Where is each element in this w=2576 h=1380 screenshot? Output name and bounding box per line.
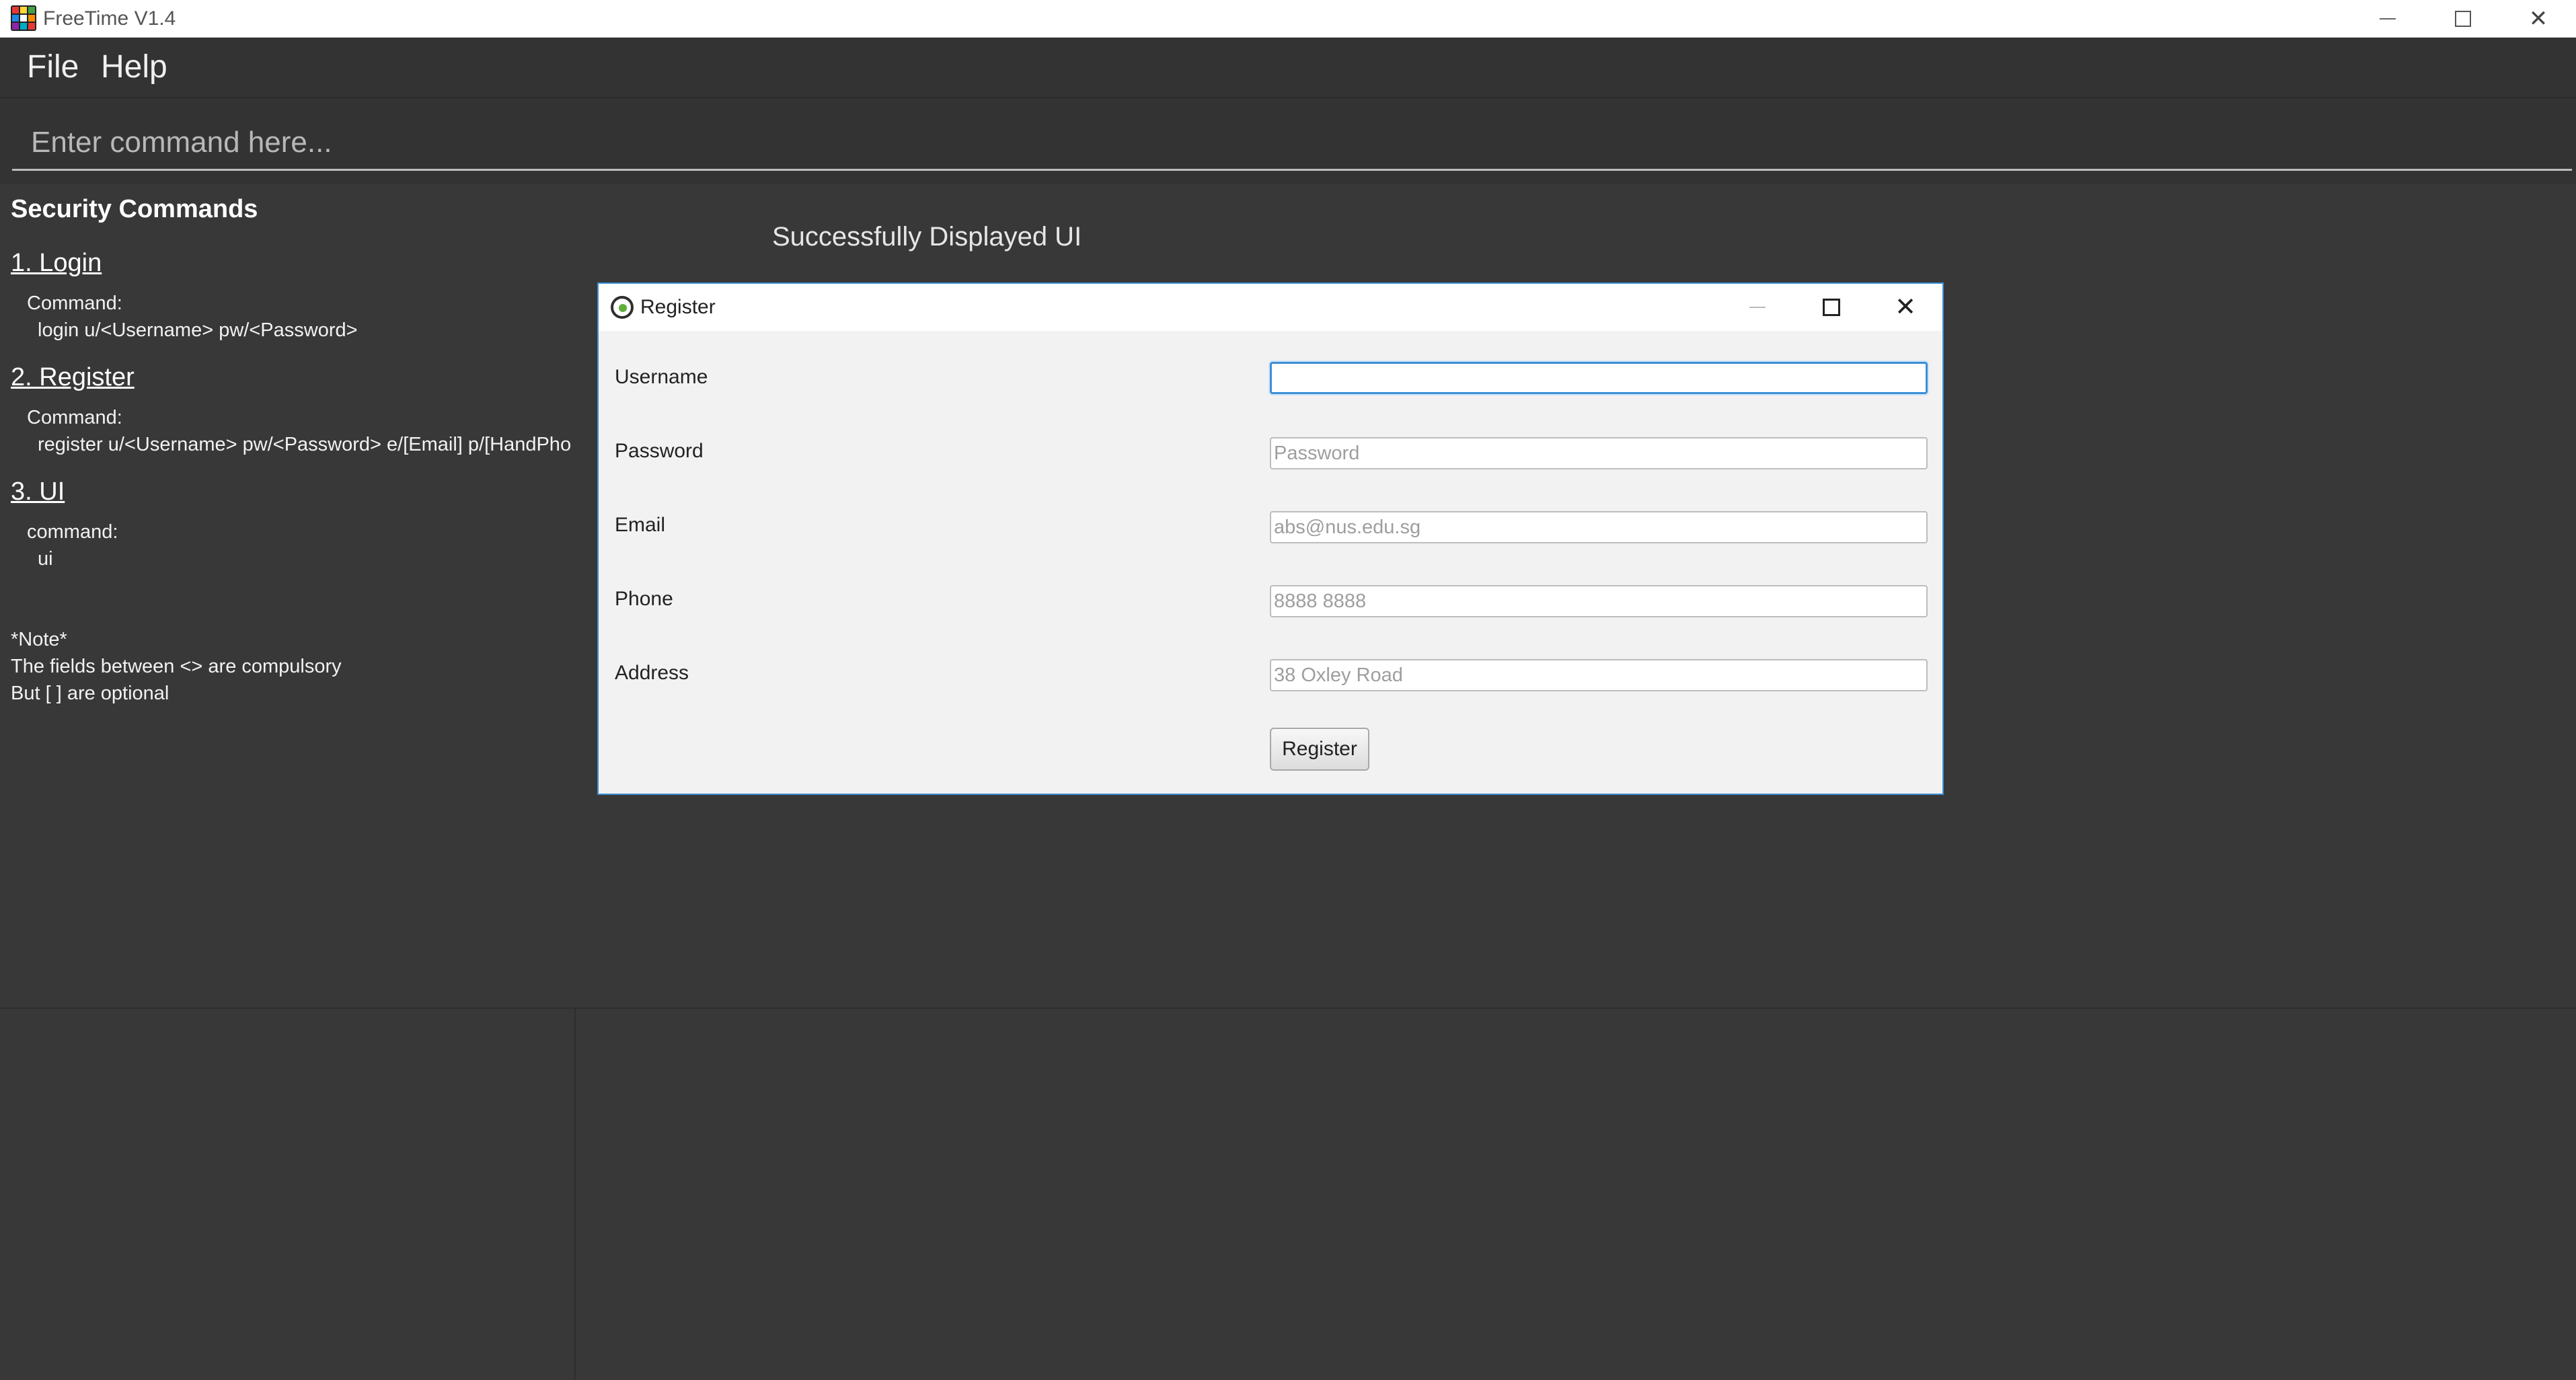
window-title: FreeTime V1.4 <box>43 7 176 30</box>
dialog-title: Register <box>640 296 716 318</box>
dialog-titlebar: Register ✕ <box>599 284 1942 331</box>
help-section-register: 2. Register <box>11 363 135 391</box>
phone-field[interactable] <box>1270 585 1928 617</box>
help-line: ui <box>38 548 53 570</box>
close-icon: ✕ <box>1895 293 1916 321</box>
phone-label: Phone <box>615 588 673 610</box>
email-field[interactable] <box>1270 511 1928 543</box>
address-label: Address <box>615 662 689 684</box>
menu-file[interactable]: File <box>27 47 79 87</box>
command-box <box>0 98 2576 184</box>
menu-help[interactable]: Help <box>101 47 167 87</box>
help-note-line: But [ ] are optional <box>11 683 169 704</box>
email-label: Email <box>615 514 666 536</box>
maximize-button[interactable] <box>2425 0 2501 38</box>
help-section-ui: 3. UI <box>11 477 65 506</box>
close-button[interactable]: ✕ <box>2501 0 2576 38</box>
help-line: Command: <box>27 407 122 428</box>
result-message: Successfully Displayed UI <box>772 222 1082 252</box>
username-field[interactable] <box>1270 362 1928 394</box>
menu-bar: File Help <box>0 38 2576 98</box>
bottom-pane-divider <box>0 1007 2576 1009</box>
close-icon: ✕ <box>2528 6 2548 32</box>
help-title: Security Commands <box>11 195 258 223</box>
pane-splitter[interactable] <box>574 1009 576 1380</box>
dialog-maximize-button[interactable] <box>1794 284 1868 331</box>
app-grid-icon <box>11 5 36 31</box>
key-icon <box>611 296 634 319</box>
dialog-close-button[interactable]: ✕ <box>1868 284 1942 331</box>
help-line: command: <box>27 521 118 543</box>
register-dialog: Register ✕ Username Password Email Phone… <box>597 282 1944 795</box>
password-label: Password <box>615 440 704 462</box>
help-line: Command: <box>27 293 122 314</box>
password-field[interactable] <box>1270 437 1928 469</box>
help-note-line: The fields between <> are compulsory <box>11 656 342 677</box>
maximize-icon <box>1823 299 1840 316</box>
register-button[interactable]: Register <box>1270 728 1369 771</box>
minimize-icon <box>2380 18 2396 20</box>
help-line: login u/<Username> pw/<Password> <box>38 319 358 341</box>
minimize-button[interactable] <box>2350 0 2425 38</box>
help-section-login: 1. Login <box>11 249 102 277</box>
window-titlebar: FreeTime V1.4 ✕ <box>0 0 2576 38</box>
command-input[interactable] <box>12 116 2572 171</box>
dialog-minimize-button[interactable] <box>1720 284 1794 331</box>
minimize-icon <box>1749 307 1766 308</box>
address-field[interactable] <box>1270 659 1928 691</box>
help-note-title: *Note* <box>11 629 67 650</box>
maximize-icon <box>2455 11 2471 27</box>
username-label: Username <box>615 366 708 388</box>
help-line: register u/<Username> pw/<Password> e/[E… <box>38 434 572 455</box>
